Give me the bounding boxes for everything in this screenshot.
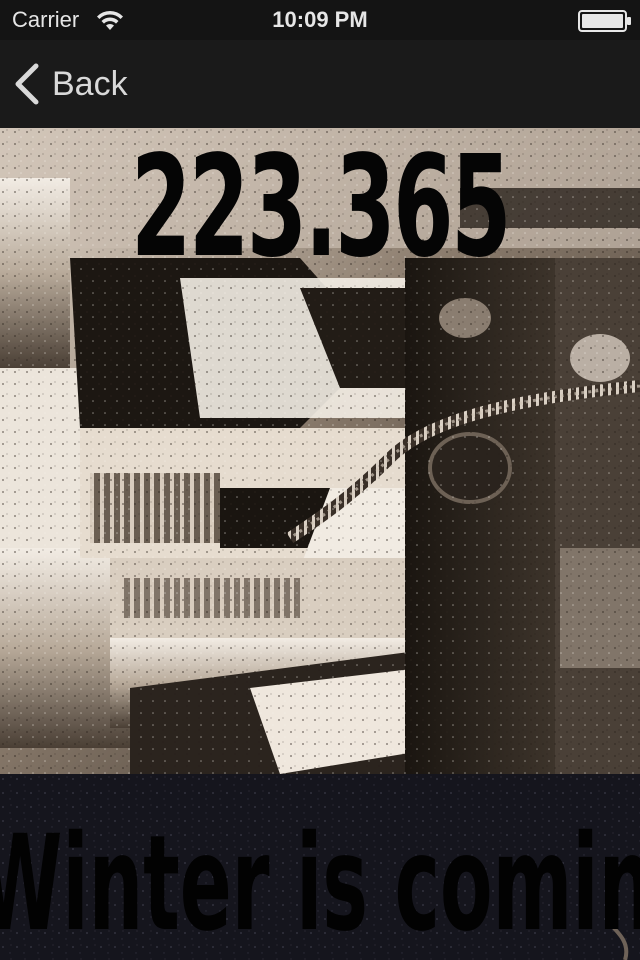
status-bar: Carrier 10:09 PM	[0, 0, 640, 40]
battery-icon	[578, 10, 631, 32]
caption-text: Winter is coming	[0, 807, 640, 960]
navigation-bar: Back	[0, 40, 640, 129]
caption-area: Winter is coming	[0, 774, 640, 960]
chevron-left-icon	[15, 63, 39, 105]
status-time: 10:09 PM	[272, 7, 368, 32]
hero-value: 223.365	[131, 128, 511, 289]
back-button[interactable]: Back	[12, 62, 128, 106]
hero-image-area: 223.365	[0, 128, 640, 774]
back-label: Back	[52, 64, 128, 103]
